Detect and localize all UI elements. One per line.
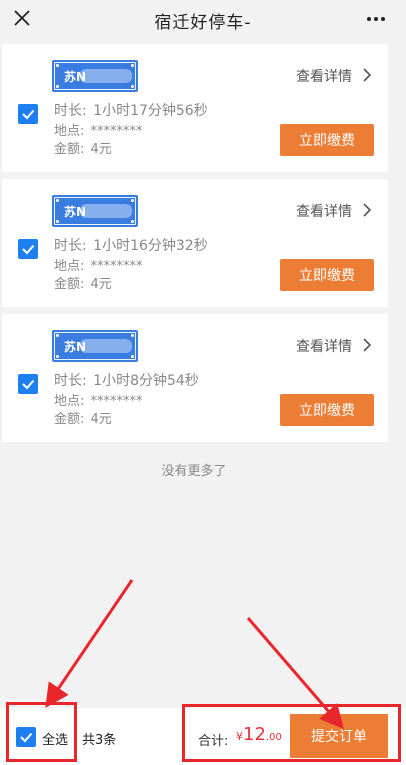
chevron-right-icon[interactable] [362,338,372,352]
order-card: 苏N 查看详情 时长: 1小时16分钟32秒 地点: ******** 金额: … [2,179,388,307]
location-label: 地点: [54,394,85,409]
duration-value: 1小时16分钟32秒 [93,238,208,254]
chevron-right-icon[interactable] [362,68,372,82]
duration-row: 时长: 1小时8分钟54秒 [54,370,199,390]
amount-row: 金额: 4元 [54,273,112,292]
view-details-link[interactable]: 查看详情 [296,336,352,356]
item-checkbox[interactable] [18,374,38,394]
page-title: 宿迁好停车- [154,12,252,33]
list-end-text: 没有更多了 [161,464,227,479]
location-row: 地点: ******** [54,120,143,139]
location-label: 地点: [54,259,85,274]
annotation-box-select-all [6,702,77,762]
pay-now-button[interactable]: 立即缴费 [280,394,374,426]
duration-label: 时长: [54,238,87,254]
order-card: 苏N 查看详情 时长: 1小时8分钟54秒 地点: ******** 金额: 4… [2,314,388,442]
item-count: 共3条 [82,733,117,748]
duration-label: 时长: [54,103,87,119]
location-value: ******** [90,124,143,139]
license-plate: 苏N [52,60,138,92]
order-card: 苏N 查看详情 时长: 1小时17分钟56秒 地点: ******** 金额: … [2,44,388,172]
amount-value: 4元 [90,142,112,157]
pay-now-button[interactable]: 立即缴费 [280,124,374,156]
amount-label: 金额: [54,412,85,427]
amount-row: 金额: 4元 [54,408,112,427]
plate-text: 苏N [64,339,87,354]
annotation-box-submit [182,704,401,762]
view-details-link[interactable]: 查看详情 [296,201,352,221]
plate-redaction [80,339,132,353]
amount-row: 金额: 4元 [54,138,112,157]
amount-value: 4元 [90,412,112,427]
amount-label: 金额: [54,142,85,157]
location-row: 地点: ******** [54,255,143,274]
nav-bar: 宿迁好停车- [0,0,406,40]
license-plate: 苏N [52,195,138,227]
duration-row: 时长: 1小时17分钟56秒 [54,100,208,120]
item-checkbox[interactable] [18,104,38,124]
license-plate: 苏N [52,330,138,362]
duration-value: 1小时17分钟56秒 [93,103,208,119]
plate-text: 苏N [64,69,87,84]
plate-text: 苏N [64,204,87,219]
location-value: ******** [90,259,143,274]
plate-redaction [80,204,132,218]
arrow-to-select-all-icon [45,579,134,708]
plate-redaction [80,69,132,83]
location-row: 地点: ******** [54,390,143,409]
amount-value: 4元 [90,277,112,292]
close-icon[interactable] [12,8,32,28]
duration-value: 1小时8分钟54秒 [93,373,199,389]
location-value: ******** [90,394,143,409]
more-dots-icon[interactable] [366,12,386,26]
duration-row: 时长: 1小时16分钟32秒 [54,235,208,255]
amount-label: 金额: [54,277,85,292]
view-details-link[interactable]: 查看详情 [296,66,352,86]
location-label: 地点: [54,124,85,139]
chevron-right-icon[interactable] [362,203,372,217]
pay-now-button[interactable]: 立即缴费 [280,259,374,291]
item-checkbox[interactable] [18,239,38,259]
duration-label: 时长: [54,373,87,389]
